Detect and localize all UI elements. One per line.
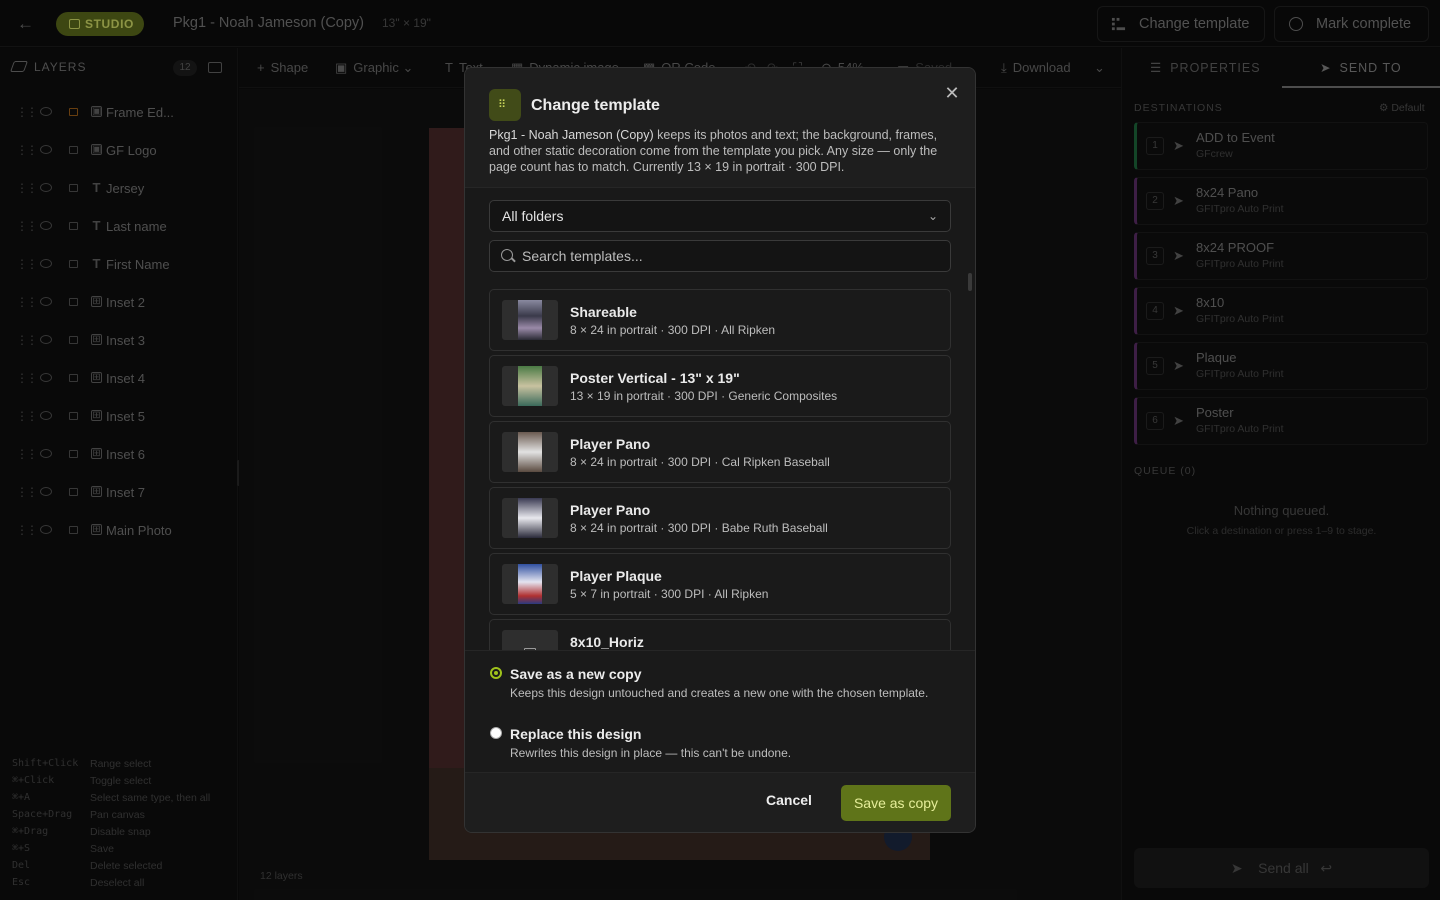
template-thumbnail	[502, 498, 558, 538]
dialog-title: Change template	[531, 97, 660, 114]
template-preview-image	[518, 432, 542, 472]
template-item[interactable]: Player Pano 8 × 24 in portrait · 300 DPI …	[489, 487, 951, 549]
template-name: Player Plaque	[570, 568, 662, 584]
template-name: Player Pano	[570, 502, 651, 518]
template-meta: 8 × 24 in portrait · 300 DPI · All Ripke…	[570, 323, 776, 337]
folder-select[interactable]: All folders ⌄	[489, 200, 951, 232]
save-as-copy-button[interactable]: Save as copy	[841, 785, 951, 821]
dialog-footer: Cancel Save as copy	[465, 772, 975, 832]
save-mode-options: Save as a new copy Keeps this design unt…	[465, 650, 975, 772]
cancel-button[interactable]: Cancel	[766, 792, 812, 808]
template-item[interactable]: Player Pano 8 × 24 in portrait · 300 DPI …	[489, 421, 951, 483]
template-search	[489, 240, 951, 272]
template-thumbnail	[502, 564, 558, 604]
close-icon: ✕	[944, 83, 960, 103]
dialog-description: Pkg1 - Noah Jameson (Copy) keeps its pho…	[489, 128, 938, 174]
template-meta: 13 × 19 in portrait · 300 DPI · Generic …	[570, 389, 838, 403]
close-button[interactable]: ✕	[942, 83, 962, 103]
template-preview-image	[518, 498, 542, 538]
search-input[interactable]	[522, 241, 942, 271]
template-thumbnail	[502, 630, 558, 650]
dialog-header: ⠿ Change template ✕ Pkg1 - Noah Jameson …	[465, 68, 975, 188]
template-name: Shareable	[570, 304, 637, 320]
template-meta: 8 × 24 in portrait · 300 DPI · Babe Ruth…	[570, 521, 828, 535]
template-name: 8x10_Horiz	[570, 634, 644, 650]
template-item[interactable]: Poster Vertical - 13" x 19" 13 × 19 in po…	[489, 355, 951, 417]
radio-replace[interactable]	[490, 727, 502, 739]
template-preview-image	[518, 564, 542, 604]
template-thumbnail	[502, 366, 558, 406]
template-list: Shareable 8 × 24 in portrait · 300 DPI · …	[465, 284, 975, 650]
template-item[interactable]: 8x10_Horiz	[489, 619, 951, 650]
search-icon	[501, 249, 513, 261]
template-name: Poster Vertical - 13" x 19"	[570, 370, 740, 386]
template-preview-image	[518, 366, 542, 406]
template-meta: 5 × 7 in portrait · 300 DPI · All Ripken	[570, 587, 769, 601]
change-template-dialog: ⠿ Change template ✕ Pkg1 - Noah Jameson …	[464, 67, 976, 833]
template-thumbnail	[502, 300, 558, 340]
template-item[interactable]: Shareable 8 × 24 in portrait · 300 DPI · …	[489, 289, 951, 351]
template-preview-image	[518, 300, 542, 340]
template-meta: 8 × 24 in portrait · 300 DPI · Cal Ripke…	[570, 455, 830, 469]
template-item[interactable]: Player Plaque 5 × 7 in portrait · 300 DPI…	[489, 553, 951, 615]
chevron-down-icon: ⌄	[927, 209, 938, 223]
radio-save-copy[interactable]	[490, 667, 502, 679]
template-name: Player Pano	[570, 436, 651, 452]
template-thumbnail	[502, 432, 558, 472]
template-icon: ⠿	[489, 89, 521, 121]
